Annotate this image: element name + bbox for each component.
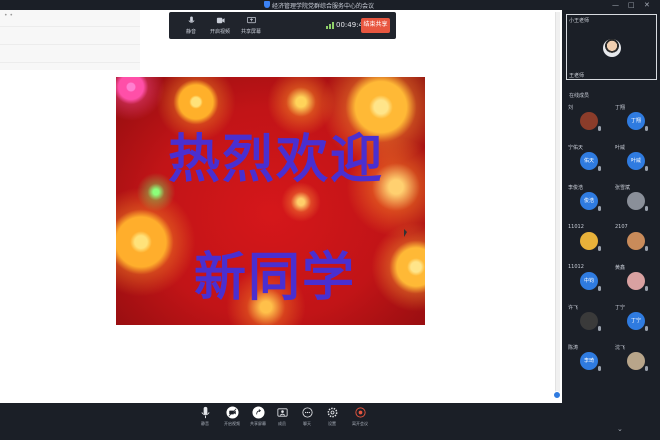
avatar xyxy=(627,232,645,250)
toolbar-mute-button[interactable]: 静音 xyxy=(177,16,205,35)
settings-button[interactable]: 设置 xyxy=(317,406,347,427)
share-screen-icon xyxy=(246,16,256,24)
microphone-icon xyxy=(598,286,601,291)
microphone-icon xyxy=(598,126,601,131)
avatar xyxy=(580,112,598,130)
participant-name: 张雪斌 xyxy=(615,185,631,191)
scrollbar[interactable] xyxy=(555,12,560,397)
avatar: 中钧 xyxy=(580,272,598,290)
participant-name: 李俊浩 xyxy=(568,185,584,191)
participants-header: 在线成员 xyxy=(569,93,590,99)
participant-tile[interactable]: 11012 中钧 xyxy=(566,264,612,304)
maximize-button[interactable]: □ xyxy=(628,1,635,9)
video-camera-icon xyxy=(225,406,239,419)
welcome-slide: 热烈欢迎 新同学 xyxy=(116,77,425,325)
mute-button[interactable]: 静音 xyxy=(190,406,220,427)
avatar xyxy=(580,232,598,250)
participant-name: 刘 xyxy=(568,105,574,111)
shield-icon xyxy=(264,1,270,8)
members-icon xyxy=(276,408,288,417)
avatar: 俊浩 xyxy=(580,192,598,210)
slide-heading-line1: 热烈欢迎 xyxy=(168,129,385,190)
avatar: 李琦 xyxy=(580,352,598,370)
shared-screen-side-panel xyxy=(0,10,140,70)
self-name: 小王老师 xyxy=(569,18,590,24)
microphone-icon xyxy=(645,126,648,131)
participant-tile[interactable]: 黄鑫 xyxy=(613,264,659,304)
participant-tile[interactable]: 张雪斌 xyxy=(613,184,659,224)
share-annotation-button[interactable] xyxy=(553,391,561,399)
stop-share-button[interactable]: 结束共享 xyxy=(361,18,390,33)
microphone-icon xyxy=(188,16,194,23)
window-titlebar: 经济管理学院党群综合服务中心的会议 — □ ✕ xyxy=(0,0,660,10)
participant-tile[interactable]: 李俊浩 俊浩 xyxy=(566,184,612,224)
avatar: 丁翔 xyxy=(627,112,645,130)
self-video-tile[interactable]: 小王老师 王老师 xyxy=(566,14,657,80)
avatar xyxy=(580,312,598,330)
participant-tile[interactable]: 11012 xyxy=(566,224,612,264)
participant-name: 11012 xyxy=(568,224,584,230)
avatar xyxy=(627,272,645,290)
microphone-icon xyxy=(645,366,648,371)
participant-name: 黄鑫 xyxy=(615,265,626,271)
avatar xyxy=(627,352,645,370)
microphone-icon xyxy=(598,206,601,211)
participant-name: 2107 xyxy=(615,224,628,230)
chat-icon xyxy=(301,407,313,418)
microphone-icon xyxy=(598,246,601,251)
leave-meeting-button[interactable]: 离开会议 xyxy=(345,406,375,427)
microphone-icon xyxy=(645,166,648,171)
meeting-app: 经济管理学院党群综合服务中心的会议 — □ ✕ • • 热烈欢迎 新同学 静音 … xyxy=(0,0,660,440)
microphone-icon xyxy=(645,246,648,251)
divider xyxy=(0,44,140,45)
participant-tile[interactable]: 2107 xyxy=(613,224,659,264)
avatar xyxy=(627,192,645,210)
window-title: 经济管理学院党群综合服务中心的会议 xyxy=(272,3,375,10)
avatar: 佑天 xyxy=(580,152,598,170)
participant-tile[interactable]: 沈飞 xyxy=(613,344,659,384)
participant-tile[interactable]: 叶威 叶威 xyxy=(613,144,659,184)
divider xyxy=(0,26,140,27)
leave-icon xyxy=(354,407,366,418)
participant-tile[interactable]: 许飞 xyxy=(566,304,612,344)
participant-tile[interactable]: 陈涛 李琦 xyxy=(566,344,612,384)
participant-tile[interactable]: 丁翔 丁翔 xyxy=(613,104,659,144)
participant-name: 宁佑天 xyxy=(568,145,584,151)
participant-name: 丁宁 xyxy=(615,305,626,311)
microphone-icon xyxy=(645,326,648,331)
participant-name: 丁翔 xyxy=(615,105,626,111)
microphone-icon xyxy=(598,326,601,331)
video-camera-icon xyxy=(216,17,225,24)
slide-heading-line2: 新同学 xyxy=(194,247,357,308)
microphone-icon xyxy=(645,286,648,291)
divider xyxy=(0,62,140,63)
microphone-icon xyxy=(598,166,601,171)
gear-icon xyxy=(327,407,337,418)
mouse-cursor-icon xyxy=(404,229,407,237)
participant-name: 沈飞 xyxy=(615,345,626,351)
avatar: 丁宁 xyxy=(627,312,645,330)
signal-icon xyxy=(326,22,334,29)
microphone-icon xyxy=(645,206,648,211)
avatar: 叶威 xyxy=(627,152,645,170)
self-label: 王老师 xyxy=(569,73,585,79)
chevron-down-icon[interactable]: ⌄ xyxy=(617,425,623,433)
participant-tile[interactable]: 刘 xyxy=(566,104,612,144)
microphone-icon xyxy=(200,406,210,419)
toolbar-share-button[interactable]: 共享屏幕 xyxy=(237,16,265,35)
close-button[interactable]: ✕ xyxy=(644,1,650,9)
avatar xyxy=(603,39,621,57)
participant-name: 11012 xyxy=(568,264,584,270)
participant-name: 许飞 xyxy=(568,305,579,311)
participant-name: 叶威 xyxy=(615,145,626,151)
corner-mark: • • xyxy=(4,12,13,19)
firework-decoration xyxy=(371,222,425,312)
microphone-icon xyxy=(598,366,601,371)
minimize-button[interactable]: — xyxy=(612,1,619,9)
toolbar-video-button[interactable]: 开启视频 xyxy=(206,16,234,35)
participant-tile[interactable]: 宁佑天 佑天 xyxy=(566,144,612,184)
participant-tile[interactable]: 丁宁 丁宁 xyxy=(613,304,659,344)
participant-name: 陈涛 xyxy=(568,345,579,351)
share-screen-icon xyxy=(251,406,265,419)
